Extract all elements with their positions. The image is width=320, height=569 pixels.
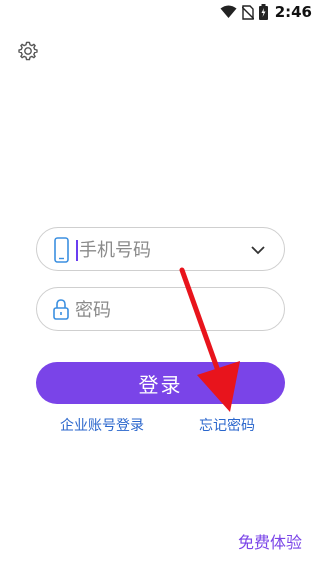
wifi-icon [220,5,237,18]
free-trial-link[interactable]: 免费体验 [238,529,302,553]
no-sim-icon [241,4,254,20]
password-input[interactable] [75,294,255,326]
login-button[interactable]: 登录 [36,362,285,404]
password-field[interactable] [36,287,285,331]
annotation-arrow [179,267,240,412]
lock-icon [53,299,69,320]
enterprise-login-link[interactable]: 企业账号登录 [60,415,144,435]
status-icons: 2:46 [220,3,312,21]
text-cursor [76,240,78,261]
phone-input[interactable] [79,234,259,266]
chevron-down-icon[interactable] [250,242,266,258]
status-bar: 2:46 [0,0,320,24]
phone-icon [54,237,69,263]
forgot-password-link[interactable]: 忘记密码 [199,415,255,435]
battery-charging-icon [258,4,268,20]
phone-field[interactable] [36,227,285,271]
gear-icon[interactable] [17,40,39,62]
waveform-logo [95,97,227,187]
status-time: 2:46 [274,3,312,21]
